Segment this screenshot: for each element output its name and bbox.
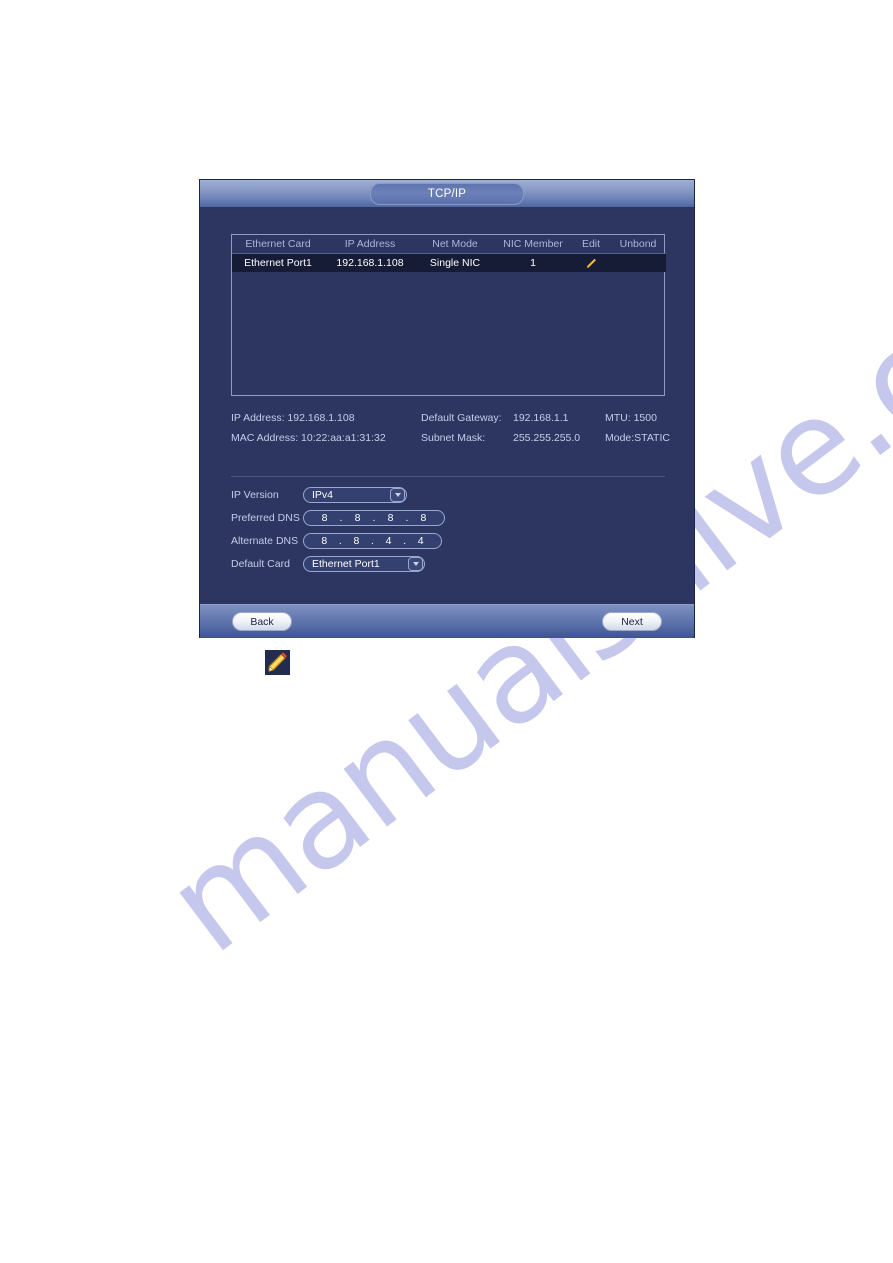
pencil-icon-legend bbox=[265, 650, 290, 675]
info-row-2: MAC Address: 10:22:aa:a1:31:32 Subnet Ma… bbox=[231, 428, 670, 448]
preferred-dns-input[interactable]: 8 . 8 . 8 . 8 bbox=[303, 510, 445, 526]
network-settings-form: IP Version IPv4 Preferred DNS 8 . 8 . 8 … bbox=[231, 484, 671, 576]
field-alternate-dns: Alternate DNS 8 . 8 . 4 . 4 bbox=[231, 530, 671, 552]
label-ip-version: IP Version bbox=[231, 489, 279, 501]
field-default-card: Default Card Ethernet Port1 bbox=[231, 553, 671, 575]
cell-edit[interactable] bbox=[572, 253, 610, 272]
preferred-dns-octet-4[interactable]: 8 bbox=[417, 512, 429, 524]
network-info-summary: IP Address: 192.168.1.108 Default Gatewa… bbox=[231, 408, 670, 448]
preferred-dns-octet-3[interactable]: 8 bbox=[384, 512, 396, 524]
label-alternate-dns: Alternate DNS bbox=[231, 535, 299, 547]
ip-version-value: IPv4 bbox=[312, 489, 334, 501]
default-card-value: Ethernet Port1 bbox=[312, 558, 380, 570]
info-subnet-mask-value: 255.255.255.0 bbox=[513, 432, 581, 444]
chevron-down-icon[interactable] bbox=[408, 557, 423, 571]
section-divider bbox=[231, 476, 665, 477]
alternate-dns-octet-3[interactable]: 4 bbox=[383, 535, 395, 547]
pencil-icon bbox=[265, 651, 290, 679]
column-header-nic-member: NIC Member bbox=[494, 235, 572, 254]
column-header-unbond: Unbond bbox=[610, 235, 666, 254]
alternate-dns-input[interactable]: 8 . 8 . 4 . 4 bbox=[303, 533, 442, 549]
cell-nic-member: 1 bbox=[494, 253, 572, 272]
back-button[interactable]: Back bbox=[232, 612, 292, 631]
dns-dot: . bbox=[371, 535, 374, 547]
dns-dot: . bbox=[339, 512, 343, 524]
column-header-ip-address: IP Address bbox=[324, 235, 416, 254]
dns-dot: . bbox=[338, 535, 342, 547]
info-row-1: IP Address: 192.168.1.108 Default Gatewa… bbox=[231, 408, 669, 428]
info-default-gateway-value: 192.168.1.1 bbox=[513, 412, 569, 424]
dns-dot: . bbox=[372, 512, 376, 524]
dialog-body: Ethernet Card IP Address Net Mode NIC Me… bbox=[200, 208, 694, 604]
cell-ethernet-card: Ethernet Port1 bbox=[232, 253, 324, 272]
preferred-dns-octet-2[interactable]: 8 bbox=[352, 512, 364, 524]
chevron-down-icon[interactable] bbox=[390, 488, 405, 502]
alternate-dns-octet-2[interactable]: 8 bbox=[350, 535, 362, 547]
preferred-dns-octet-1[interactable]: 8 bbox=[319, 512, 331, 524]
ethernet-card-table: Ethernet Card IP Address Net Mode NIC Me… bbox=[232, 235, 666, 272]
column-header-ethernet-card: Ethernet Card bbox=[232, 235, 324, 254]
alternate-dns-octet-1[interactable]: 8 bbox=[318, 535, 330, 547]
dialog-footer: Back Next bbox=[200, 604, 694, 638]
cell-ip-address: 192.168.1.108 bbox=[324, 253, 416, 272]
info-subnet-mask-label: Subnet Mask: bbox=[421, 432, 486, 444]
column-header-edit: Edit bbox=[572, 235, 610, 254]
column-header-net-mode: Net Mode bbox=[416, 235, 494, 254]
next-button[interactable]: Next bbox=[602, 612, 662, 631]
dns-dot: . bbox=[403, 535, 407, 547]
info-mac-address: MAC Address: 10:22:aa:a1:31:32 bbox=[231, 432, 386, 444]
tcpip-dialog: TCP/IP Ethernet Card IP Address Net Mode… bbox=[200, 180, 694, 638]
info-default-gateway-label: Default Gateway: bbox=[421, 412, 502, 424]
info-mtu: MTU: 1500 bbox=[605, 412, 657, 424]
default-card-select[interactable]: Ethernet Port1 bbox=[303, 556, 425, 572]
dialog-titlebar: TCP/IP bbox=[200, 180, 694, 208]
pencil-icon[interactable] bbox=[586, 258, 597, 269]
table-header-row: Ethernet Card IP Address Net Mode NIC Me… bbox=[232, 235, 666, 254]
info-mode: Mode:STATIC bbox=[605, 432, 670, 444]
ip-version-select[interactable]: IPv4 bbox=[303, 487, 407, 503]
ethernet-card-list[interactable]: Ethernet Card IP Address Net Mode NIC Me… bbox=[231, 234, 666, 396]
field-ip-version: IP Version IPv4 bbox=[231, 484, 671, 506]
cell-net-mode: Single NIC bbox=[416, 253, 494, 272]
label-preferred-dns: Preferred DNS bbox=[231, 512, 300, 524]
field-preferred-dns: Preferred DNS 8 . 8 . 8 . 8 bbox=[231, 507, 671, 529]
cell-unbond[interactable] bbox=[610, 253, 666, 272]
dialog-title: TCP/IP bbox=[370, 183, 524, 205]
info-ip-address: IP Address: 192.168.1.108 bbox=[231, 412, 355, 424]
label-default-card: Default Card bbox=[231, 558, 290, 570]
table-row[interactable]: Ethernet Port1 192.168.1.108 Single NIC … bbox=[232, 253, 666, 272]
dns-dot: . bbox=[405, 512, 409, 524]
alternate-dns-octet-4[interactable]: 4 bbox=[415, 535, 427, 547]
